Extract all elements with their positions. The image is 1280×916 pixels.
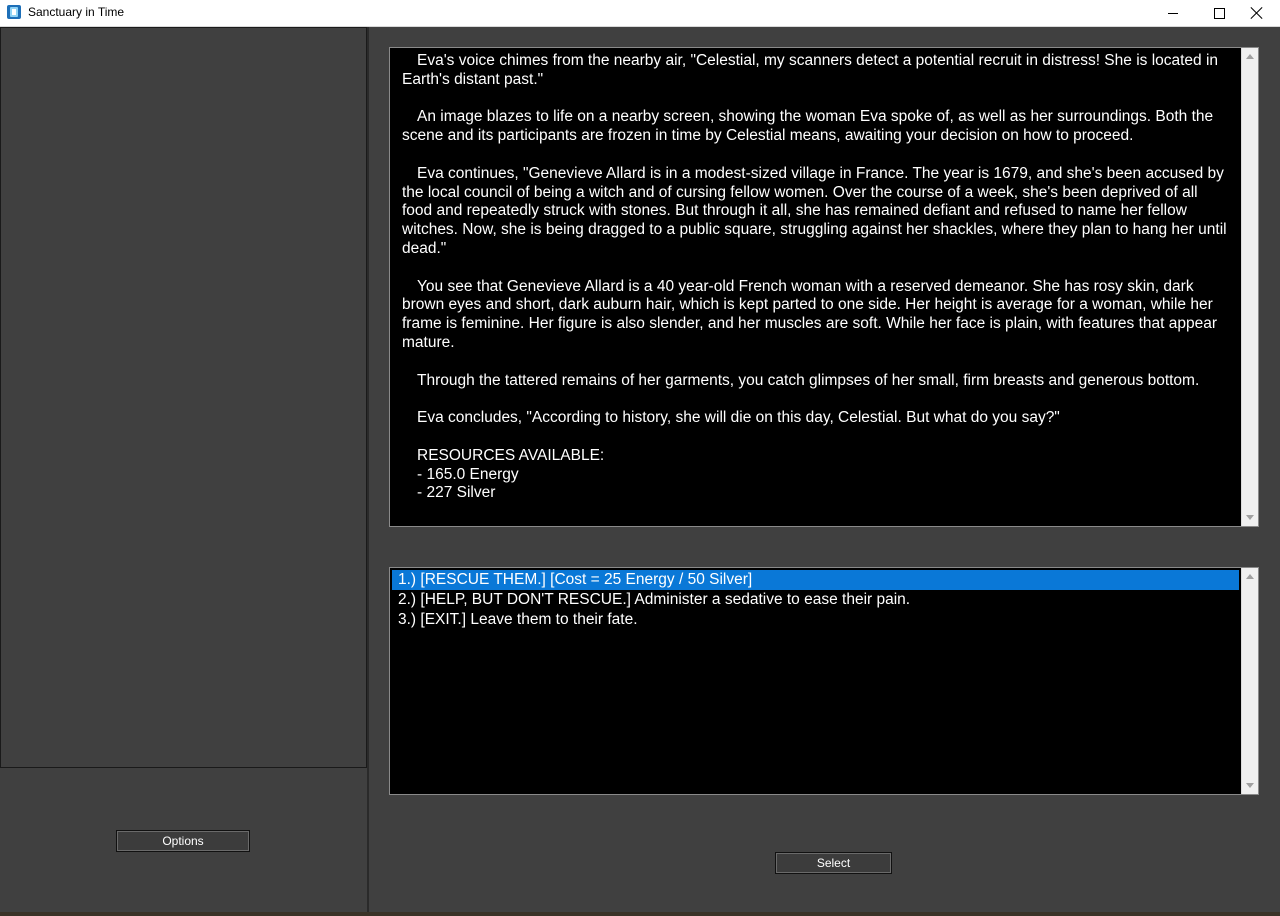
choices-scrollbar[interactable]	[1241, 568, 1258, 794]
resource-energy: - 165.0 Energy	[417, 465, 519, 483]
resource-silver: - 227 Silver	[417, 484, 496, 502]
story-paragraph: Eva's voice chimes from the nearby air, …	[402, 52, 1219, 88]
select-button[interactable]: Select	[775, 852, 892, 874]
choice-rescue[interactable]: 1.) [RESCUE THEM.] [Cost = 25 Energy / 5…	[392, 570, 1239, 590]
taskbar-edge	[0, 912, 1280, 916]
title-bar: Sanctuary in Time	[0, 0, 1280, 27]
story-paragraph: You see that Genevieve Allard is a 40 ye…	[402, 277, 1217, 351]
sidebar-divider	[367, 27, 369, 916]
close-icon	[1251, 7, 1263, 19]
story-paragraph: An image blazes to life on a nearby scre…	[402, 108, 1214, 145]
story-text: Eva's voice chimes from the nearby air, …	[402, 52, 1232, 503]
choices-list[interactable]: 1.) [RESCUE THEM.] [Cost = 25 Energy / 5…	[389, 567, 1259, 795]
story-text-panel[interactable]: Eva's voice chimes from the nearby air, …	[389, 47, 1259, 527]
scroll-down-icon[interactable]	[1246, 515, 1254, 520]
choice-help[interactable]: 2.) [HELP, BUT DON'T RESCUE.] Administer…	[392, 590, 1239, 610]
choice-exit[interactable]: 3.) [EXIT.] Leave them to their fate.	[392, 610, 1239, 630]
story-paragraph: Through the tattered remains of her garm…	[417, 371, 1200, 389]
resources-header: RESOURCES AVAILABLE:	[417, 446, 605, 464]
scroll-up-icon[interactable]	[1246, 574, 1254, 579]
close-button[interactable]	[1234, 0, 1280, 26]
app-icon	[7, 5, 21, 19]
scroll-up-icon[interactable]	[1246, 54, 1254, 59]
story-scrollbar[interactable]	[1241, 48, 1258, 526]
story-paragraph: Eva concludes, "According to history, sh…	[417, 409, 1060, 427]
minimize-button[interactable]	[1150, 0, 1196, 26]
minimize-icon	[1168, 12, 1178, 14]
options-button[interactable]: Options	[116, 830, 250, 852]
scroll-down-icon[interactable]	[1246, 783, 1254, 788]
window-title: Sanctuary in Time	[28, 5, 125, 19]
sidebar-panel	[0, 27, 367, 768]
story-paragraph: Eva continues, "Genevieve Allard is in a…	[402, 164, 1227, 257]
maximize-icon	[1213, 7, 1225, 19]
